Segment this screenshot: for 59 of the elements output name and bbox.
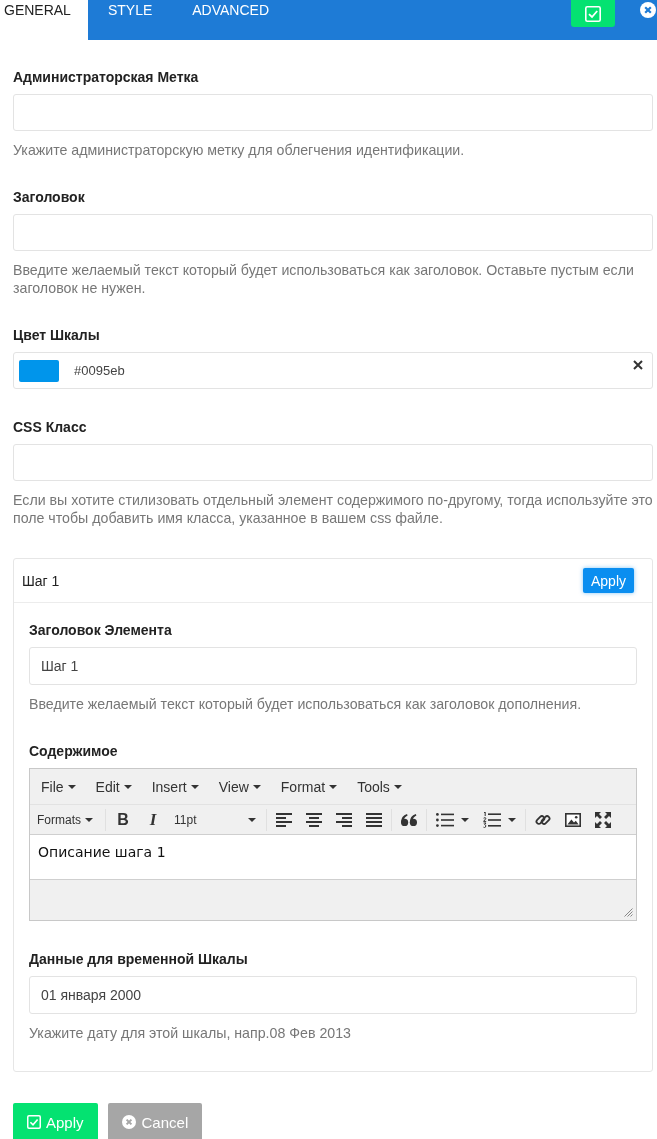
color-swatch-icon[interactable] [19,359,59,382]
image-icon[interactable] [565,812,581,827]
field-label: Цвет Шкалы [13,326,101,345]
tab[interactable]: GENERAL [0,0,88,40]
input-field[interactable] [13,444,653,481]
color-field[interactable]: #0095eb [13,352,653,389]
fullscreen-icon[interactable] [595,811,611,828]
close-circle-icon [121,1115,136,1129]
caret-icon [393,784,402,789]
panel-title: Шаг 1 [22,572,60,589]
check-square-icon [27,1115,41,1129]
menu-item[interactable]: File [31,769,86,804]
field-label: Данные для временной Шкалы [29,950,249,969]
tab[interactable]: STYLE [87,0,173,40]
formats-dropdown[interactable]: Formats [31,807,103,832]
bold-button[interactable]: B [108,807,138,832]
check-square-icon [585,5,601,22]
numbered-list-icon[interactable] [483,811,501,828]
italic-button[interactable]: I [138,807,168,832]
font-size-dropdown[interactable]: 11pt [168,807,264,832]
menu-item[interactable]: Format [270,769,348,804]
clear-icon[interactable] [633,360,643,370]
help-text: Укажите администраторскую метку для облегчения идентификации. [13,141,466,159]
bullet-list-icon[interactable] [436,812,454,827]
input-field[interactable]: Шаг 1 [29,647,637,685]
field-label: Заголовок Элемента [29,621,173,640]
color-value: #0095eb [74,363,125,378]
menu-item[interactable]: Tools [347,769,412,804]
align-center-icon[interactable] [306,812,322,827]
align-right-icon[interactable] [336,812,352,827]
help-text: Введите желаемый текст который будет использоваться как заголовок дополнения. [29,695,583,713]
input-field[interactable]: 01 января 2000 [29,976,637,1014]
menu-item[interactable]: View [208,769,271,804]
caret-icon [190,784,199,789]
help-text: Введите желаемый текст который будет использоваться как заголовок. Оставьте пустым если заголовок не нужен. [13,261,635,297]
field-label: Администраторская Метка [13,68,200,87]
field-label: Содержимое [29,742,119,761]
caret-icon[interactable] [461,817,469,822]
resize-grip-icon[interactable] [623,907,633,917]
field-label: CSS Класс [13,418,88,437]
caret-icon [67,784,76,789]
input-field[interactable] [13,94,653,131]
align-left-icon[interactable] [276,812,292,827]
menu-item[interactable]: Insert [141,769,209,804]
quote-icon[interactable] [401,813,417,826]
caret-icon[interactable] [508,817,516,822]
tab[interactable]: ADVANCED [172,0,290,40]
field-label: Заголовок [13,188,86,207]
caret-icon [123,784,132,789]
caret-icon [252,784,261,789]
caret-icon [248,817,256,822]
help-text: Если вы хотите стилизовать отдельный элемент содержимого по-другому, тогда используйте это поле чтобы добавить имя класса, указанное в вашем css файле. [13,491,653,527]
input-field[interactable] [13,214,653,251]
align-justify-icon[interactable] [366,812,382,827]
menu-item[interactable]: Edit [85,769,142,804]
caret-icon [85,817,93,822]
help-text: Укажите дату для этой шкалы, напр.08 Фев 2013 [29,1024,352,1042]
close-icon[interactable] [640,2,656,18]
caret-icon [329,784,338,789]
